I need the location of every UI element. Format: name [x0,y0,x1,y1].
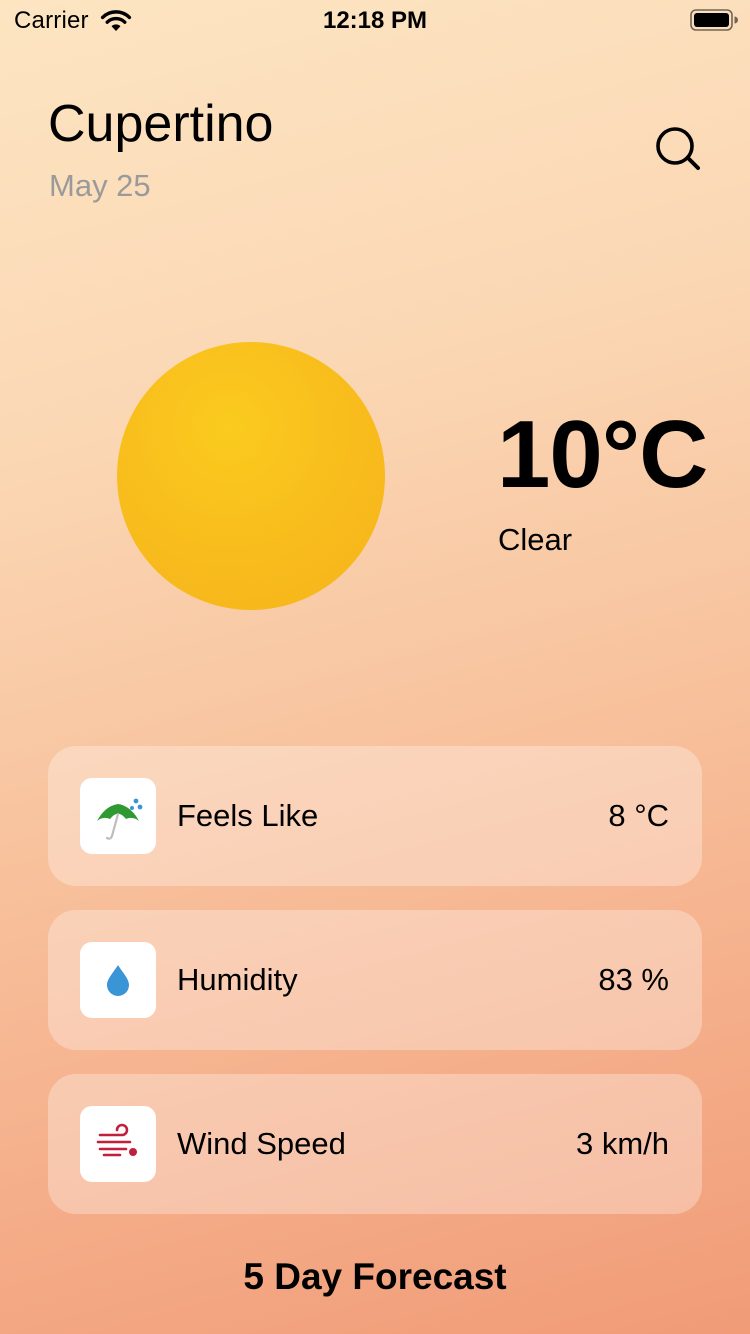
umbrella-icon [97,798,143,840]
city-title: Cupertino [48,95,274,153]
feels-like-card: Feels Like 8 °C [48,746,702,886]
humidity-icon-box [80,942,156,1018]
condition-label: Clear [498,522,573,557]
status-time: 12:18 PM [322,7,428,34]
wind-speed-value: 3 km/h [575,1126,669,1161]
feels-like-icon-box [80,778,156,854]
water-drop-icon [107,965,129,996]
search-button[interactable] [650,122,704,172]
battery-icon [690,9,738,31]
sun-icon [117,342,385,610]
wind-speed-card: Wind Speed 3 km/h [48,1074,702,1214]
date-label: May 25 [49,168,151,203]
wind-icon [96,1123,137,1157]
feels-like-label: Feels Like [177,798,319,833]
temperature-value: 10°C [497,401,708,508]
wind-speed-label: Wind Speed [177,1126,346,1161]
wind-speed-icon-box [80,1106,156,1182]
humidity-label: Humidity [177,962,298,997]
forecast-title: 5 Day Forecast [243,1256,507,1297]
humidity-card: Humidity 83 % [48,910,702,1050]
status-bar: Carrier 12:18 PM [0,0,750,40]
humidity-value: 83 % [598,962,669,997]
search-icon [656,127,700,170]
feels-like-value: 8 °C [608,798,669,833]
